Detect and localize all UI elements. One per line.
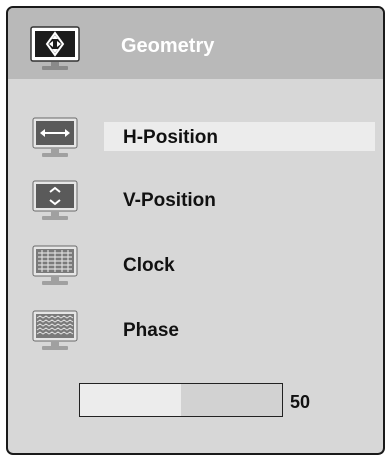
phase-icon [32, 310, 78, 350]
menu-item-v-position[interactable]: V-Position [8, 180, 383, 224]
menu-item-label: Clock [123, 255, 175, 276]
menu-item-clock[interactable]: Clock [8, 245, 383, 289]
clock-icon [32, 245, 78, 285]
h-position-icon [32, 117, 78, 157]
slider-value: 50 [290, 392, 311, 412]
menu-item-label: Phase [123, 320, 179, 341]
menu-title: Geometry [121, 35, 215, 57]
v-position-icon [32, 180, 78, 220]
osd-menu-panel: Geometry H-Position V-Position Clock Pha… [6, 6, 385, 455]
menu-item-label: V-Position [123, 190, 216, 211]
h-position-slider[interactable] [79, 383, 283, 417]
menu-header: Geometry [8, 8, 383, 79]
menu-item-label: H-Position [123, 127, 218, 148]
geometry-monitor-icon [30, 26, 80, 70]
menu-item-phase[interactable]: Phase [8, 310, 383, 354]
slider-fill [80, 384, 181, 416]
menu-item-h-position[interactable]: H-Position [8, 117, 383, 161]
